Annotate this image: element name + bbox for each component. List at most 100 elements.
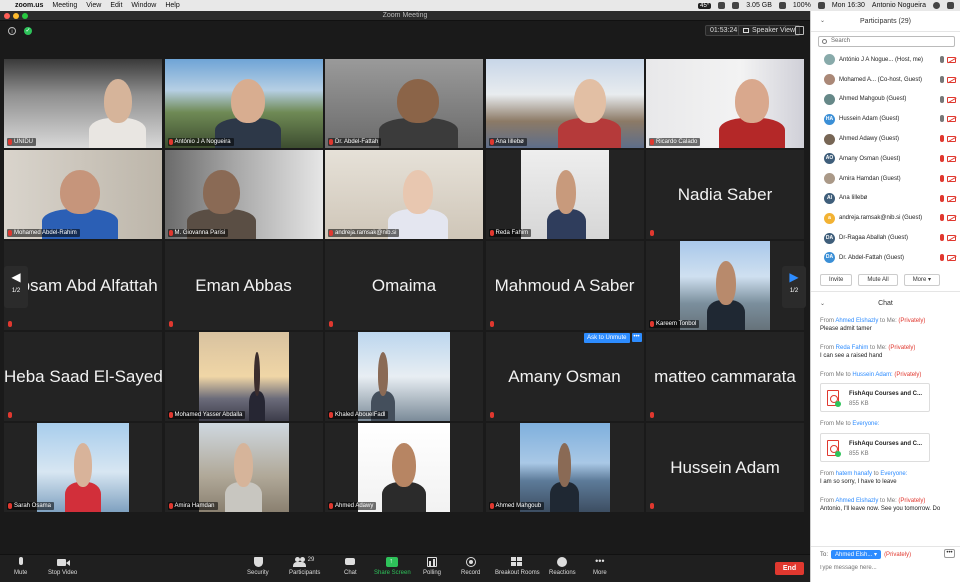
file-attachment[interactable]: FishAqu Courses and C... 855 KB (820, 432, 930, 462)
microphone-muted-icon[interactable] (940, 174, 944, 182)
microphone-muted-icon[interactable] (940, 154, 944, 162)
video-off-icon[interactable] (947, 175, 957, 183)
participant-tile[interactable]: Eman Abbas (164, 241, 323, 330)
more-button[interactable]: ••• More (593, 557, 607, 577)
close-window-button[interactable] (4, 13, 10, 19)
video-off-icon[interactable] (947, 57, 957, 64)
video-off-icon[interactable] (947, 215, 957, 222)
storage-value[interactable]: 3.05 GB (746, 2, 772, 9)
participant-tile[interactable]: UNIDU (4, 59, 162, 148)
participant-list-item[interactable]: AO Amany Osman (Guest) (811, 149, 960, 169)
battery-value[interactable]: 100% (793, 2, 811, 9)
breakout-rooms-button[interactable]: Breakout Rooms (495, 557, 540, 576)
shield-check-icon[interactable]: ✓ (24, 27, 32, 35)
wifi-icon[interactable] (778, 2, 786, 9)
participant-search-input[interactable]: Search (818, 36, 955, 47)
video-off-icon[interactable] (947, 76, 957, 84)
record-button[interactable]: Record (461, 557, 480, 576)
fullscreen-icon[interactable] (795, 26, 804, 35)
participant-tile[interactable]: Nadia Saber (646, 150, 804, 239)
microphone-muted-icon[interactable] (940, 194, 944, 202)
participant-tile[interactable]: matteo cammarata (646, 332, 804, 421)
participant-list-item[interactable]: Amira Hamdan (Guest) (811, 169, 960, 189)
participant-tile[interactable]: Amany Osman Ask to Unmute ••• (485, 332, 644, 421)
zoom-window-button[interactable] (22, 13, 28, 19)
microphone-icon[interactable] (940, 115, 944, 123)
next-page-button[interactable]: ▶ 1/2 (782, 266, 806, 308)
participants-more-button[interactable]: More ▾ (903, 273, 941, 286)
participant-tile[interactable]: andreja.ramsak@nib.si (325, 150, 483, 239)
menu-view[interactable]: View (86, 2, 101, 9)
participant-tile[interactable]: Reda Fahim (485, 150, 644, 239)
participant-list-item[interactable]: DA Dr. Abdel-Fattah (Guest) (811, 248, 960, 268)
share-screen-button[interactable]: ↑ Share Screen (374, 557, 411, 576)
menu-help[interactable]: Help (165, 2, 179, 9)
microphone-muted-icon[interactable] (940, 214, 944, 222)
participant-tile[interactable]: Mahmoud A Saber (485, 241, 644, 330)
video-off-icon[interactable] (947, 235, 957, 242)
participant-tile[interactable]: Hussein Adam (646, 423, 804, 512)
participant-list-item[interactable]: António J A Nogue... (Host, me) (811, 50, 960, 70)
menu-app-name[interactable]: zoom.us (15, 2, 43, 9)
battery-icon[interactable] (817, 2, 825, 9)
participant-tile[interactable]: Ricardo Calado (646, 59, 804, 148)
participant-tile[interactable]: António J A Nogueira (164, 59, 323, 148)
participant-tile[interactable]: Omaima (325, 241, 483, 330)
participant-tile[interactable]: Khaled AbouelFadl (325, 332, 483, 421)
invite-button[interactable]: Invite (820, 273, 853, 286)
video-off-icon[interactable] (947, 155, 957, 163)
video-off-icon[interactable] (947, 96, 957, 104)
storage-icon[interactable] (732, 2, 740, 9)
info-icon[interactable]: i (8, 27, 16, 35)
temperature-badge[interactable]: 45° (698, 2, 712, 9)
zoom-status-icon[interactable] (718, 2, 726, 9)
menu-window[interactable]: Window (131, 2, 156, 9)
participant-list-item[interactable]: a andreja.ramsak@nib.si (Guest) (811, 208, 960, 228)
participant-list-item[interactable]: Ahmed Mahgoub (Guest) (811, 90, 960, 110)
participant-tile[interactable]: Mohamed Abdel-Rahim (4, 150, 162, 239)
participant-tile[interactable]: Kareem Tonbol (646, 241, 804, 330)
participant-list-item[interactable]: HA Hussein Adam (Guest) (811, 109, 960, 129)
microphone-icon[interactable] (940, 56, 944, 63)
participant-tile[interactable]: Ana Iillebø (485, 59, 644, 148)
security-button[interactable]: Security (247, 557, 269, 576)
participant-tile[interactable]: Mohamed Yasser Abdalla (164, 332, 323, 421)
participant-list-item[interactable]: DA Dr-Ragaa Aballah (Guest) (811, 228, 960, 248)
search-icon[interactable] (933, 2, 940, 9)
stop-video-button[interactable]: Stop Video (48, 557, 77, 576)
video-off-icon[interactable] (947, 116, 957, 123)
chat-button[interactable]: Chat (344, 557, 357, 576)
video-off-icon[interactable] (947, 195, 957, 203)
microphone-muted-icon[interactable] (940, 253, 944, 261)
chevron-down-icon[interactable]: ⌄ (820, 300, 825, 307)
file-attachment[interactable]: FishAqu Courses and C... 855 KB (820, 383, 930, 413)
participants-button[interactable]: 29 Participants (289, 557, 320, 576)
microphone-icon[interactable] (940, 95, 944, 103)
participant-tile[interactable]: Dr. Abdel-Fattah (325, 59, 483, 148)
mute-button[interactable]: Mute (14, 557, 27, 576)
participant-tile[interactable]: Heba Saad El-Sayed (4, 332, 162, 421)
minimize-window-button[interactable] (13, 13, 19, 19)
participant-list-item[interactable]: Mohamed A... (Co-host, Guest) (811, 70, 960, 90)
participant-tile[interactable]: Ahmed Adawy (325, 423, 483, 512)
microphone-muted-icon[interactable] (940, 135, 944, 143)
participant-tile[interactable]: Ahmed Mahgoub (485, 423, 644, 512)
chat-more-icon[interactable]: ••• (944, 549, 955, 558)
tile-more-icon[interactable]: ••• (631, 333, 642, 342)
microphone-muted-icon[interactable] (940, 234, 944, 242)
end-meeting-button[interactable]: End (775, 562, 804, 575)
menu-meeting[interactable]: Meeting (52, 2, 77, 9)
participant-list-item[interactable]: AI Ana Iillebø (811, 189, 960, 209)
participant-tile[interactable]: Amira Hamdan (164, 423, 323, 512)
reactions-button[interactable]: Reactions (549, 557, 576, 576)
chevron-down-icon[interactable]: ⌄ (820, 17, 825, 24)
clock[interactable]: Mon 16:30 (832, 2, 865, 9)
menu-list-icon[interactable] (947, 2, 954, 9)
previous-page-button[interactable]: ◀ 1/2 (4, 266, 28, 308)
participant-tile[interactable]: Sarah Osama (4, 423, 162, 512)
mute-all-button[interactable]: Mute All (858, 273, 898, 286)
video-off-icon[interactable] (947, 254, 957, 262)
user-name[interactable]: Antonio Nogueira (872, 2, 926, 9)
participant-tile[interactable]: M. Giovanna Parisi (164, 150, 323, 239)
polling-button[interactable]: Polling (423, 557, 441, 576)
